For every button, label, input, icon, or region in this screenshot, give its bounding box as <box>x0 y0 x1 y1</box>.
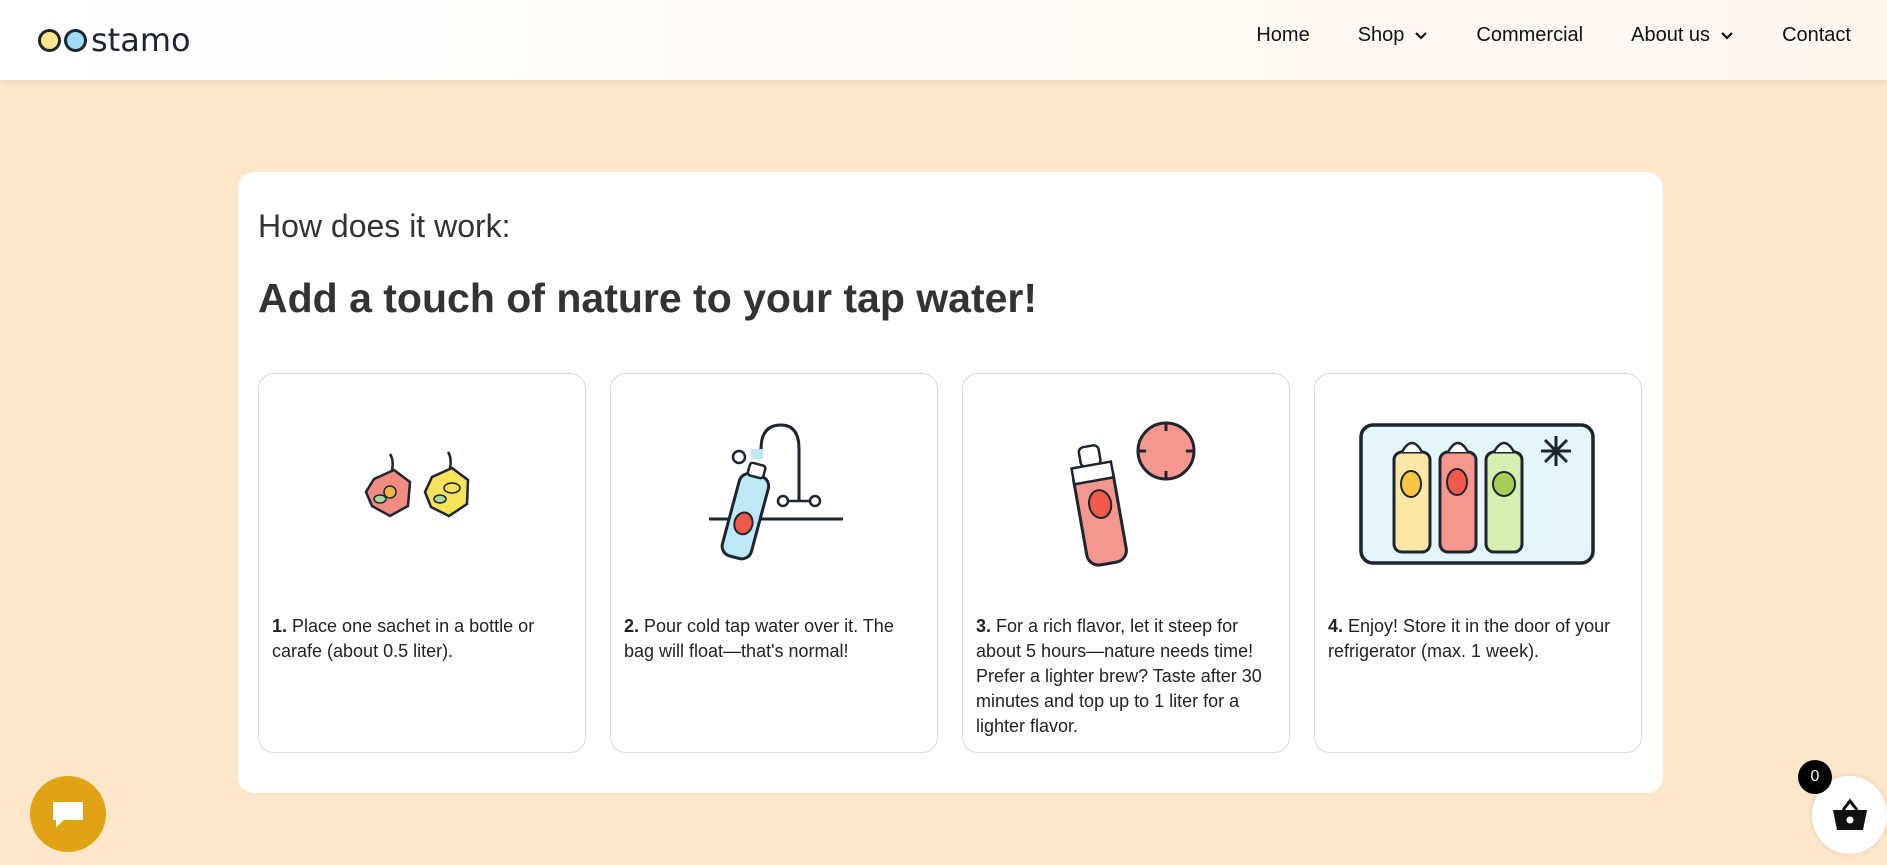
sachets-icon <box>259 404 585 584</box>
how-it-works-panel: How does it work: Add a touch of nature … <box>238 172 1663 793</box>
section-headline: Add a touch of nature to your tap water! <box>258 275 1038 321</box>
logo-blue-o <box>64 28 87 52</box>
nav-about-us[interactable]: About us <box>1631 24 1734 47</box>
step-card-4: 4. Enjoy! Store it in the door of your r… <box>1314 373 1642 753</box>
step-text-4: 4. Enjoy! Store it in the door of your r… <box>1328 616 1611 661</box>
step-text-2: 2. Pour cold tap water over it. The bag … <box>624 616 894 661</box>
logo-text: stamo <box>91 21 191 59</box>
section-kicker: How does it work: <box>258 208 511 244</box>
bottle-timer-icon <box>963 404 1289 584</box>
step-text-1: 1. Place one sachet in a bottle or caraf… <box>272 616 535 661</box>
cart-count-badge: 0 <box>1798 760 1832 794</box>
chat-icon <box>53 802 83 827</box>
step-card-1: 1. Place one sachet in a bottle or caraf… <box>258 373 586 753</box>
main-nav: Home Shop Commercial About us Contact <box>1208 24 1851 47</box>
chevron-down-icon <box>1721 31 1733 40</box>
nav-commercial[interactable]: Commercial <box>1476 24 1583 47</box>
basket-icon <box>1832 798 1867 830</box>
site-header: stamo Home Shop Commercial About us Cont… <box>0 0 1887 80</box>
nav-contact[interactable]: Contact <box>1782 24 1851 47</box>
nav-home[interactable]: Home <box>1256 24 1309 47</box>
logo-yellow-o <box>38 28 61 52</box>
oostamo-logo[interactable]: stamo <box>38 20 191 60</box>
chat-button[interactable] <box>30 776 106 852</box>
chevron-down-icon <box>1415 31 1428 40</box>
tap-bottle-icon <box>611 404 937 584</box>
step-card-3: 3. For a rich flavor, let it steep for a… <box>962 373 1290 753</box>
steps-list: 1. Place one sachet in a bottle or caraf… <box>258 373 1643 753</box>
step-text-3: 3. For a rich flavor, let it steep for a… <box>976 616 1262 736</box>
step-card-2: 2. Pour cold tap water over it. The bag … <box>610 373 938 753</box>
nav-shop[interactable]: Shop <box>1358 24 1429 47</box>
fridge-bottles-icon <box>1315 404 1641 584</box>
